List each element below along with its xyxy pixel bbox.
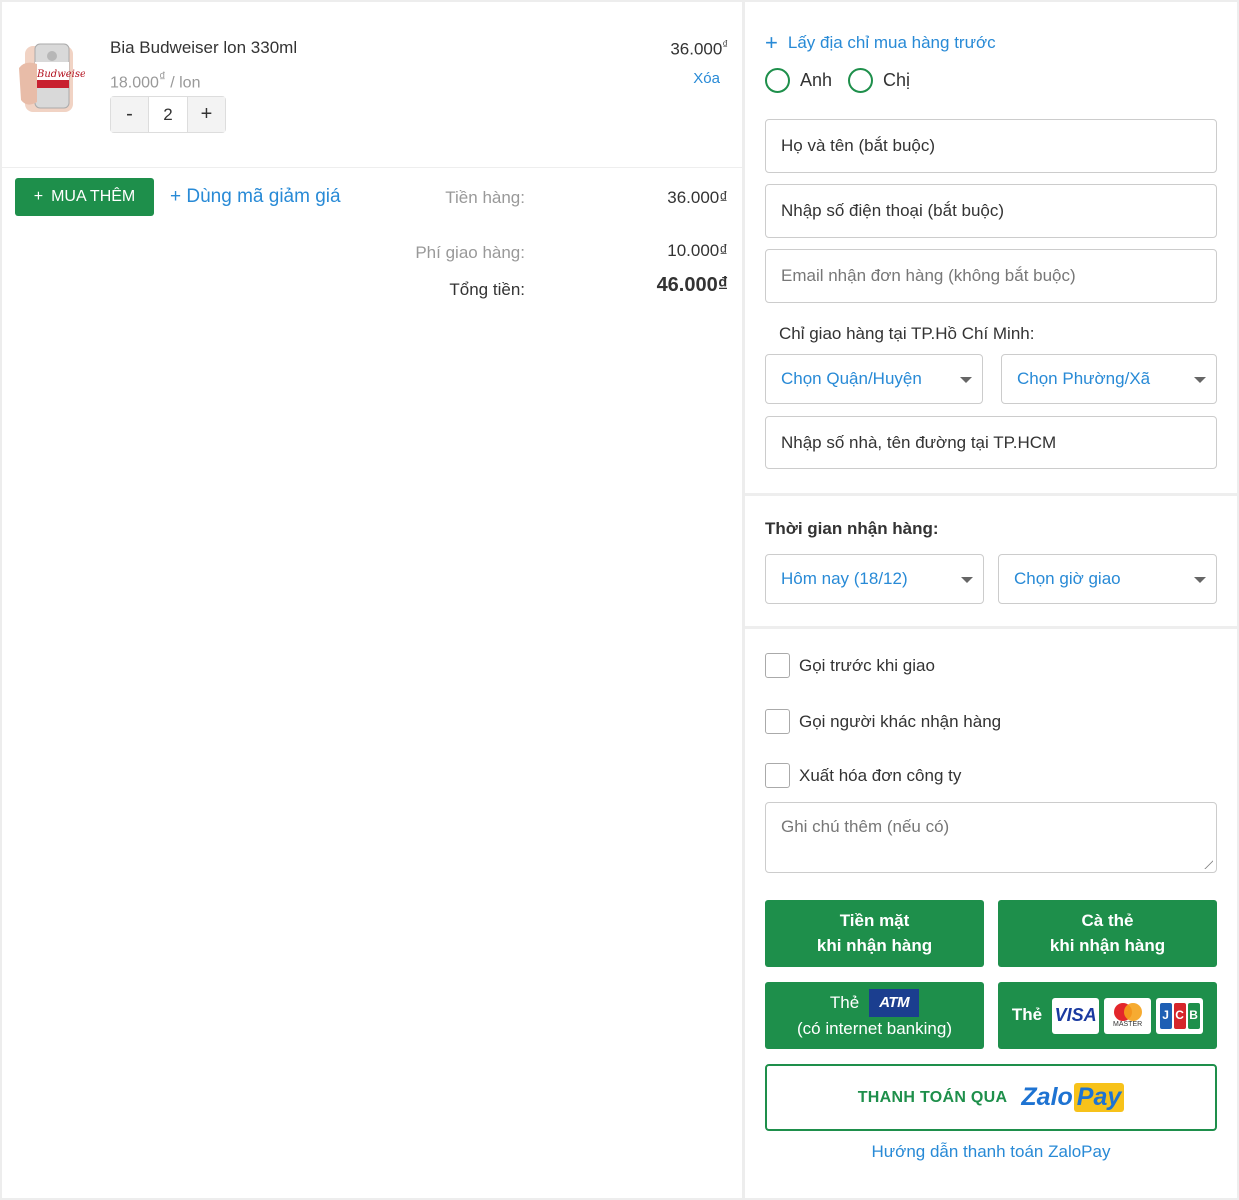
call-before-checkbox[interactable]: Gọi trước khi giao	[765, 653, 935, 678]
radio-circle-icon	[848, 68, 874, 93]
previous-address-link[interactable]: + Lấy địa chỉ mua hàng trước	[765, 32, 996, 54]
delivery-hour-select[interactable]: Chọn giờ giao	[998, 554, 1217, 604]
street-address-input[interactable]: Nhập số nhà, tên đường tại TP.HCM	[765, 416, 1217, 469]
pay-international-card-button[interactable]: Thẻ VISA MASTER J C B	[998, 982, 1217, 1049]
gender-radio-group: Anh Chị	[765, 68, 912, 93]
delivery-area-note: Chỉ giao hàng tại TP.Hồ Chí Minh:	[779, 324, 1035, 343]
cart-panel: Budweiser Bia Budweiser lon 330ml 18.000…	[2, 2, 742, 1198]
caret-down-icon	[961, 577, 973, 583]
full-name-input[interactable]: Họ và tên (bắt buộc)	[765, 119, 1217, 173]
order-note-textarea[interactable]: Ghi chú thêm (nếu có)	[765, 802, 1217, 873]
buy-more-label: MUA THÊM	[51, 188, 136, 205]
product-name[interactable]: Bia Budweiser lon 330ml	[110, 38, 297, 58]
shipping-fee-value: 10.000₫	[667, 241, 728, 260]
caret-down-icon	[1194, 577, 1206, 583]
phone-input[interactable]: Nhập số điện thoại (bắt buộc)	[765, 184, 1217, 238]
company-invoice-checkbox[interactable]: Xuất hóa đơn công ty	[765, 763, 961, 788]
quantity-value[interactable]: 2	[149, 97, 187, 132]
shipping-fee-label: Phí giao hàng:	[415, 243, 525, 262]
product-price: 36.000₫	[670, 39, 728, 59]
total-value: 46.000₫	[656, 274, 728, 296]
total-label: Tổng tiền:	[449, 280, 525, 299]
previous-address-label: Lấy địa chỉ mua hàng trước	[787, 33, 996, 52]
plus-icon: +	[765, 30, 778, 55]
pay-card-on-delivery-button[interactable]: Cà thẻ khi nhận hàng	[998, 900, 1217, 967]
plus-icon: +	[33, 188, 44, 205]
email-input[interactable]: Email nhận đơn hàng (không bắt buộc)	[765, 249, 1217, 303]
zalopay-guide-link[interactable]: Hướng dẫn thanh toán ZaloPay	[745, 1142, 1237, 1162]
delete-product-link[interactable]: Xóa	[693, 70, 720, 87]
card-logos: VISA MASTER J C B	[1052, 997, 1204, 1034]
quantity-stepper: - 2 +	[110, 96, 226, 133]
delivery-day-select[interactable]: Hôm nay (18/12)	[765, 554, 984, 604]
jcb-logo-icon: J C B	[1156, 997, 1204, 1034]
caret-down-icon	[960, 377, 972, 383]
section-divider	[745, 493, 1237, 496]
ward-select[interactable]: Chọn Phường/Xã	[1001, 354, 1217, 404]
svg-text:Budweiser: Budweiser	[36, 69, 85, 80]
checkbox-icon	[765, 709, 790, 734]
buy-more-button[interactable]: + MUA THÊM	[15, 178, 154, 216]
product-image: Budweiser	[15, 38, 92, 120]
mastercard-logo-icon: MASTER	[1104, 997, 1152, 1034]
gender-radio-anh[interactable]: Anh	[765, 68, 832, 93]
pay-zalopay-button[interactable]: THANH TOÁN QUA Zalo Pay	[765, 1064, 1217, 1131]
coupon-link[interactable]: + Dùng mã giảm giá	[170, 186, 341, 208]
subtotal-label: Tiền hàng:	[445, 188, 525, 207]
gender-radio-chi[interactable]: Chị	[848, 68, 910, 93]
section-divider	[745, 626, 1237, 629]
product-unit-price: 18.000₫ / lon	[110, 69, 201, 92]
checkbox-icon	[765, 763, 790, 788]
call-other-receiver-checkbox[interactable]: Gọi người khác nhận hàng	[765, 709, 1001, 734]
subtotal-value: 36.000₫	[667, 188, 728, 207]
checkbox-icon	[765, 653, 790, 678]
district-select[interactable]: Chọn Quận/Huyện	[765, 354, 983, 404]
quantity-decrease-button[interactable]: -	[111, 97, 149, 132]
checkout-form-panel: + Lấy địa chỉ mua hàng trước Anh Chị Họ …	[745, 2, 1237, 1198]
pay-atm-card-button[interactable]: Thẻ ATM (có internet banking)	[765, 982, 984, 1049]
radio-circle-icon	[765, 68, 790, 93]
resize-handle-icon[interactable]	[1203, 859, 1213, 869]
atm-logo-icon: ATM	[869, 989, 920, 1018]
delivery-time-label: Thời gian nhận hàng:	[765, 519, 939, 538]
visa-logo-icon: VISA	[1052, 997, 1100, 1034]
pay-cash-on-delivery-button[interactable]: Tiền mặt khi nhận hàng	[765, 900, 984, 967]
zalopay-logo-icon: Zalo Pay	[1021, 1083, 1125, 1112]
quantity-increase-button[interactable]: +	[187, 97, 225, 132]
divider	[2, 167, 742, 168]
caret-down-icon	[1194, 377, 1206, 383]
